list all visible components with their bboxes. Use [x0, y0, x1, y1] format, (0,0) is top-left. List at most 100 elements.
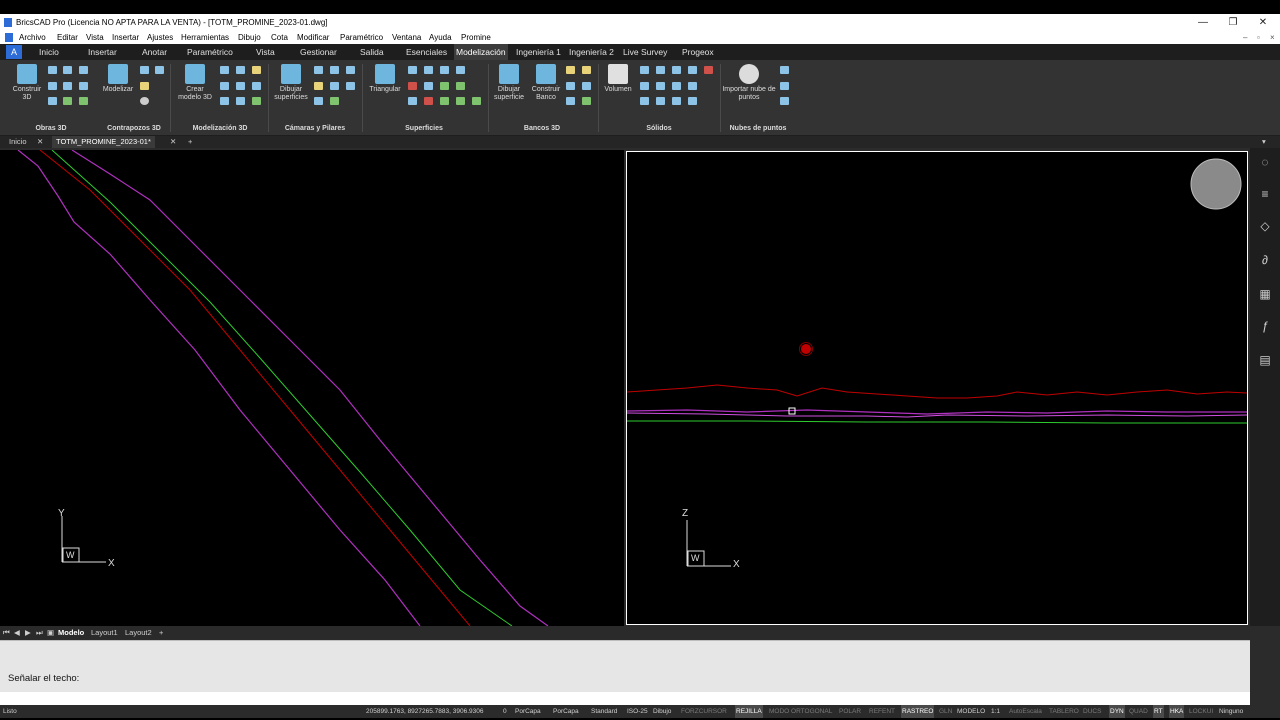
last-layout-button[interactable]: ⏭	[36, 626, 43, 639]
tool-icon[interactable]	[640, 82, 649, 90]
status-toggle-ninguno[interactable]: Ninguno	[1219, 705, 1243, 718]
tool-icon[interactable]	[456, 66, 465, 74]
lightbulb-icon[interactable]: ◌	[1257, 154, 1273, 170]
tab-ingenieria-2[interactable]: Ingeniería 2	[567, 44, 616, 60]
tool-icon[interactable]	[582, 66, 591, 74]
tool-icon[interactable]	[48, 97, 57, 105]
tool-icon[interactable]	[440, 82, 449, 90]
menu-dibujo[interactable]: Dibujo	[238, 31, 261, 44]
close-tab-icon[interactable]: ✕	[37, 136, 43, 148]
maximize-button[interactable]: ❐	[1218, 14, 1248, 31]
tool-icon[interactable]	[656, 82, 665, 90]
tool-icon[interactable]	[314, 97, 323, 105]
tool-icon[interactable]	[408, 82, 417, 90]
tab-drawing-file[interactable]: TOTM_PROMINE_2023-01*	[52, 136, 155, 148]
tool-icon[interactable]	[330, 97, 339, 105]
tab-insertar[interactable]: Insertar	[86, 44, 119, 60]
menu-ventana[interactable]: Ventana	[392, 31, 421, 44]
properties-icon[interactable]: ≡	[1257, 186, 1273, 202]
tool-icon[interactable]	[640, 66, 649, 74]
tool-icon[interactable]	[780, 97, 789, 105]
add-tab-button[interactable]: +	[188, 136, 192, 148]
tool-icon[interactable]	[672, 82, 681, 90]
tool-icon[interactable]	[236, 66, 245, 74]
tool-icon[interactable]	[780, 82, 789, 90]
tool-icon[interactable]	[79, 66, 88, 74]
tool-icon[interactable]	[220, 66, 229, 74]
menu-modificar[interactable]: Modificar	[297, 31, 329, 44]
status-toggle-rastreo[interactable]: RASTREO	[901, 705, 935, 718]
add-layout-button[interactable]: +	[159, 626, 163, 639]
menu-promine[interactable]: Promine	[461, 31, 491, 44]
layers-icon[interactable]: ◇	[1257, 218, 1273, 234]
tool-icon[interactable]	[424, 82, 433, 90]
triangular-button[interactable]: Triangular	[364, 64, 406, 94]
tool-icon[interactable]	[314, 82, 323, 90]
tool-icon[interactable]	[79, 82, 88, 90]
menu-ayuda[interactable]: Ayuda	[429, 31, 452, 44]
tool-icon[interactable]	[220, 97, 229, 105]
tab-layout1[interactable]: Layout1	[91, 626, 118, 639]
tabs-menu-icon[interactable]: ▾	[1262, 136, 1266, 148]
tool-icon[interactable]	[140, 66, 149, 74]
command-input[interactable]	[0, 692, 1250, 705]
tool-icon[interactable]	[330, 66, 339, 74]
tool-icon[interactable]	[220, 82, 229, 90]
tool-icon[interactable]	[566, 82, 575, 90]
tool-icon[interactable]	[63, 82, 72, 90]
tool-icon[interactable]	[582, 82, 591, 90]
tool-icon[interactable]	[424, 97, 433, 105]
tool-icon[interactable]	[346, 66, 355, 74]
tool-icon[interactable]	[63, 97, 72, 105]
tool-icon[interactable]	[252, 97, 261, 105]
help-icon[interactable]	[140, 97, 149, 105]
tool-icon[interactable]	[314, 66, 323, 74]
layout-list-button[interactable]: ▣	[47, 626, 54, 639]
status-toggle-porcapa[interactable]: PorCapa	[553, 705, 579, 718]
hatch-icon[interactable]: ▦	[1257, 286, 1273, 302]
tab-live-survey[interactable]: Live Survey	[621, 44, 669, 60]
tool-icon[interactable]	[672, 66, 681, 74]
volumen-button[interactable]: Volumen	[600, 64, 636, 94]
status-toggle-dibujo[interactable]: Dibujo	[653, 705, 671, 718]
status-toggle-modelo[interactable]: MODELO	[957, 705, 985, 718]
tool-icon[interactable]	[140, 82, 149, 90]
tool-icon[interactable]	[440, 66, 449, 74]
structure-icon[interactable]: ▤	[1257, 352, 1273, 368]
status-toggle-quad[interactable]: QUAD	[1129, 705, 1148, 718]
tab-salida[interactable]: Salida	[358, 44, 386, 60]
status-toggle-standard[interactable]: Standard	[591, 705, 617, 718]
tool-icon[interactable]	[704, 66, 713, 74]
tool-icon[interactable]	[672, 97, 681, 105]
status-toggle-ducs[interactable]: DUCS	[1083, 705, 1101, 718]
minimize-button[interactable]: —	[1188, 14, 1218, 31]
status-toggle-gln[interactable]: GLN	[939, 705, 952, 718]
tab-gestionar[interactable]: Gestionar	[298, 44, 339, 60]
tool-icon[interactable]	[252, 82, 261, 90]
tool-icon[interactable]	[472, 97, 481, 105]
menu-archivo[interactable]: Archivo	[19, 31, 46, 44]
status-toggle-modo-ortogonal[interactable]: MODO ORTOGONAL	[769, 705, 832, 718]
tool-icon[interactable]	[688, 97, 697, 105]
status-toggle-1-1[interactable]: 1:1	[991, 705, 1000, 718]
tool-icon[interactable]	[582, 97, 591, 105]
tab-inicio[interactable]: Inicio	[37, 44, 61, 60]
function-icon[interactable]: ƒ	[1257, 318, 1273, 334]
tab-vista[interactable]: Vista	[254, 44, 277, 60]
tool-icon[interactable]	[456, 97, 465, 105]
close-tab-icon[interactable]: ✕	[170, 136, 176, 148]
tool-icon[interactable]	[656, 97, 665, 105]
tool-icon[interactable]	[346, 82, 355, 90]
status-toggle-forzcursor[interactable]: FORZCURSOR	[681, 705, 727, 718]
tab-anotar[interactable]: Anotar	[140, 44, 169, 60]
viewport-section[interactable]: Z W X	[626, 151, 1248, 625]
tab-inicio-doc[interactable]: Inicio	[9, 136, 27, 148]
status-toggle-lockui[interactable]: LOCKUI	[1189, 705, 1213, 718]
status-toggle-tablero[interactable]: TABLERO	[1049, 705, 1079, 718]
attach-icon[interactable]: ∂	[1257, 252, 1273, 268]
menu-ajustes[interactable]: Ajustes	[147, 31, 173, 44]
tool-icon[interactable]	[236, 97, 245, 105]
tab-esenciales[interactable]: Esenciales	[404, 44, 449, 60]
mdi-minimize-button[interactable]: –	[1243, 31, 1247, 44]
tool-icon[interactable]	[456, 82, 465, 90]
